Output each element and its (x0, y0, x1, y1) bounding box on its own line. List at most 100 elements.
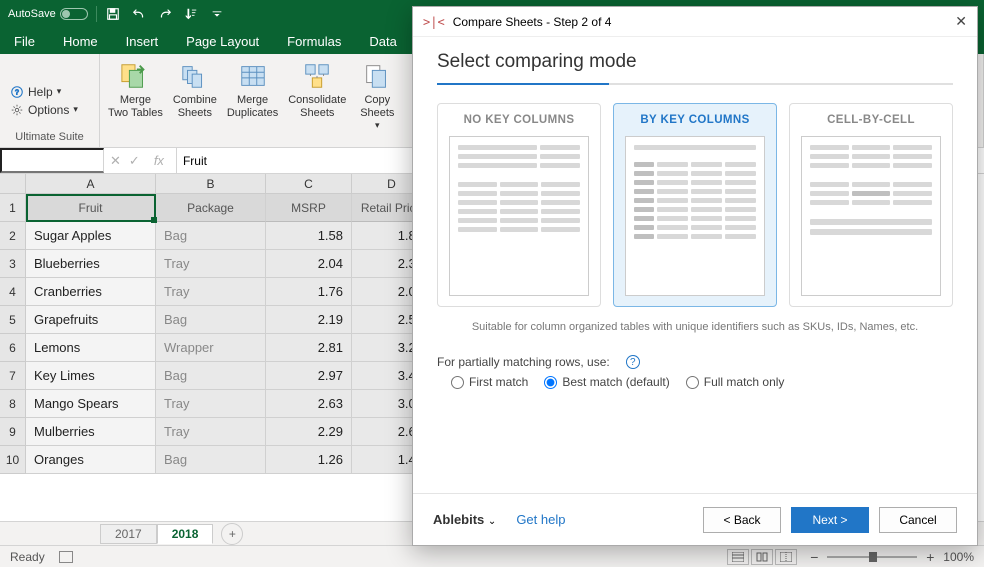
name-box[interactable] (0, 148, 104, 173)
next-button[interactable]: Next > (791, 507, 869, 533)
cell[interactable]: Cranberries (26, 278, 156, 306)
cell[interactable]: Wrapper (156, 334, 266, 362)
menu-home[interactable]: Home (49, 28, 112, 54)
sheet-tab-2018[interactable]: 2018 (157, 524, 214, 544)
cell[interactable]: Bag (156, 362, 266, 390)
cell[interactable]: Bag (156, 446, 266, 474)
cell[interactable]: Mulberries (26, 418, 156, 446)
col-header-B[interactable]: B (156, 174, 266, 194)
col-header-C[interactable]: C (266, 174, 352, 194)
table-header-A[interactable]: Fruit (26, 194, 156, 222)
cell[interactable]: 2.19 (266, 306, 352, 334)
status-ready: Ready (10, 550, 45, 564)
mode-no-key-label: NO KEY COLUMNS (464, 114, 575, 126)
row-header-3[interactable]: 3 (0, 250, 26, 278)
cell[interactable]: Tray (156, 278, 266, 306)
sort-icon[interactable] (183, 6, 199, 22)
help-button[interactable]: ? Help ▾ (10, 85, 99, 99)
cell[interactable]: Bag (156, 306, 266, 334)
sheet-tab-2017[interactable]: 2017 (100, 524, 157, 544)
get-help-link[interactable]: Get help (516, 512, 565, 527)
back-button[interactable]: < Back (703, 507, 781, 533)
qat-dropdown-icon[interactable] (209, 6, 225, 22)
menu-formulas[interactable]: Formulas (273, 28, 355, 54)
ablebits-brand[interactable]: Ablebits ⌄ (433, 512, 496, 527)
redo-icon[interactable] (157, 6, 173, 22)
menu-file[interactable]: File (0, 28, 49, 54)
menu-data[interactable]: Data (355, 28, 410, 54)
row-header-8[interactable]: 8 (0, 390, 26, 418)
cell[interactable]: Grapefruits (26, 306, 156, 334)
autosave-toggle[interactable] (60, 8, 88, 20)
save-icon[interactable] (105, 6, 121, 22)
mode-by-key-columns[interactable]: BY KEY COLUMNS (613, 103, 777, 307)
cell[interactable]: 2.81 (266, 334, 352, 362)
cell[interactable]: Sugar Apples (26, 222, 156, 250)
mode-no-key-columns[interactable]: NO KEY COLUMNS (437, 103, 601, 307)
row-header-2[interactable]: 2 (0, 222, 26, 250)
cell[interactable]: Tray (156, 390, 266, 418)
zoom-value[interactable]: 100% (943, 550, 974, 564)
cell[interactable]: Mango Spears (26, 390, 156, 418)
help-icon[interactable]: ? (626, 355, 640, 369)
mode-by-key-label: BY KEY COLUMNS (640, 114, 749, 126)
close-icon[interactable]: ✕ (955, 13, 967, 30)
cancel-formula-icon[interactable]: ✕ (110, 153, 121, 169)
autosave[interactable]: AutoSave (8, 8, 88, 20)
cell[interactable]: 2.97 (266, 362, 352, 390)
radio-first-match[interactable]: First match (451, 375, 528, 389)
row-header-10[interactable]: 10 (0, 446, 26, 474)
ribbon-addins-group: ? Help ▾ Options ▾ Ultimate Suite (0, 54, 100, 147)
zoom-in-button[interactable]: + (923, 549, 937, 565)
cell[interactable]: 2.04 (266, 250, 352, 278)
cell[interactable]: 2.29 (266, 418, 352, 446)
zoom-out-button[interactable]: − (807, 549, 821, 565)
combine-sheets-button[interactable]: Combine Sheets (169, 58, 221, 133)
consolidate-sheets-button[interactable]: Consolidate Sheets (284, 58, 350, 133)
table-header-B[interactable]: Package (156, 194, 266, 222)
cell[interactable]: Bag (156, 222, 266, 250)
fx-icon[interactable]: fx (148, 153, 170, 168)
enter-formula-icon[interactable]: ✓ (129, 153, 140, 169)
cell[interactable]: 1.58 (266, 222, 352, 250)
table-header-C[interactable]: MSRP (266, 194, 352, 222)
merge-duplicates-label: Merge Duplicates (227, 94, 278, 120)
cell[interactable]: Key Limes (26, 362, 156, 390)
radio-full-match[interactable]: Full match only (686, 375, 785, 389)
options-button[interactable]: Options ▾ (10, 103, 99, 117)
suite-label: Ultimate Suite (0, 131, 99, 145)
radio-best-match[interactable]: Best match (default) (544, 375, 669, 389)
undo-icon[interactable] (131, 6, 147, 22)
row-header-6[interactable]: 6 (0, 334, 26, 362)
macro-record-icon[interactable] (59, 551, 73, 563)
merge-two-tables-button[interactable]: Merge Two Tables (104, 58, 167, 133)
row-header-5[interactable]: 5 (0, 306, 26, 334)
cell[interactable]: Lemons (26, 334, 156, 362)
cell[interactable]: 2.63 (266, 390, 352, 418)
cell[interactable]: 1.26 (266, 446, 352, 474)
options-label: Options (28, 103, 69, 117)
view-page-break-icon[interactable] (775, 549, 797, 565)
zoom-slider[interactable] (827, 556, 917, 558)
mode-cell-by-cell[interactable]: CELL-BY-CELL (789, 103, 953, 307)
view-normal-icon[interactable] (727, 549, 749, 565)
view-page-layout-icon[interactable] (751, 549, 773, 565)
row-header-1[interactable]: 1 (0, 194, 26, 222)
row-header-4[interactable]: 4 (0, 278, 26, 306)
copy-sheets-button[interactable]: Copy Sheets ▾ (352, 58, 402, 133)
cell[interactable]: Tray (156, 250, 266, 278)
col-header-A[interactable]: A (26, 174, 156, 194)
row-header-9[interactable]: 9 (0, 418, 26, 446)
dialog-heading: Select comparing mode (437, 51, 953, 83)
merge-duplicates-button[interactable]: Merge Duplicates (223, 58, 282, 133)
row-header-7[interactable]: 7 (0, 362, 26, 390)
cancel-button[interactable]: Cancel (879, 507, 957, 533)
cell[interactable]: Tray (156, 418, 266, 446)
select-all-corner[interactable] (0, 174, 26, 194)
menu-insert[interactable]: Insert (112, 28, 173, 54)
menu-page-layout[interactable]: Page Layout (172, 28, 273, 54)
cell[interactable]: Oranges (26, 446, 156, 474)
cell[interactable]: Blueberries (26, 250, 156, 278)
add-sheet-button[interactable]: + (221, 523, 243, 545)
cell[interactable]: 1.76 (266, 278, 352, 306)
